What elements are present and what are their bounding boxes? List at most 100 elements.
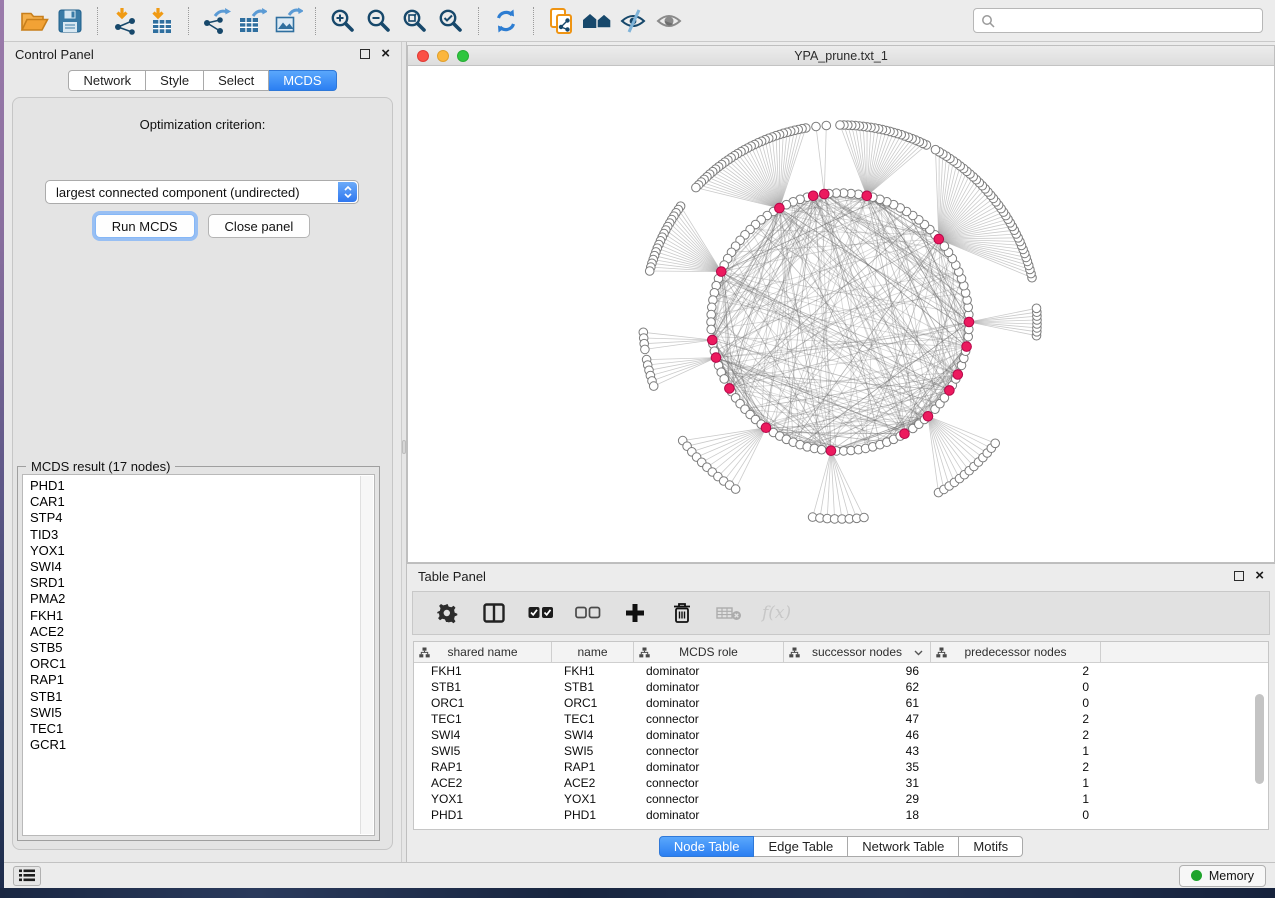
table-row[interactable]: PHD1PHD1dominator180 (414, 807, 1268, 823)
cell-shared_name[interactable]: SWI4 (414, 727, 552, 743)
cell-mcds_role[interactable]: connector (634, 711, 784, 727)
cell-successor_nodes[interactable]: 46 (784, 727, 931, 743)
cell-predecessor_nodes[interactable]: 2 (931, 711, 1101, 727)
graph-hub-node[interactable] (900, 429, 910, 439)
tab-mcds[interactable]: MCDS (269, 70, 336, 91)
run-mcds-button[interactable]: Run MCDS (95, 214, 195, 238)
graph-node[interactable] (649, 382, 658, 391)
mcds-result-item[interactable]: ACE2 (30, 624, 374, 640)
tab-network[interactable]: Network (68, 70, 146, 91)
graph-node[interactable] (707, 325, 716, 334)
mcds-result-item[interactable]: PHD1 (30, 478, 374, 494)
table-row[interactable]: RAP1RAP1dominator352 (414, 759, 1268, 775)
cell-name[interactable]: SWI4 (552, 727, 634, 743)
function-builder-icon[interactable]: f(x) (762, 603, 791, 623)
graph-hub-node[interactable] (862, 191, 872, 201)
select-all-rows-icon[interactable] (527, 596, 555, 630)
close-panel-icon[interactable]: × (381, 49, 390, 59)
maximize-window-icon[interactable] (457, 50, 469, 62)
table-settings-icon[interactable] (433, 596, 461, 630)
graph-node[interactable] (692, 183, 701, 192)
cell-mcds_role[interactable]: connector (634, 791, 784, 807)
cell-name[interactable]: SWI5 (552, 743, 634, 759)
cell-mcds_role[interactable]: connector (634, 743, 784, 759)
column-header-name[interactable]: name (552, 642, 634, 662)
column-header-predecessor-nodes[interactable]: predecessor nodes (931, 642, 1101, 662)
cell-name[interactable]: RAP1 (552, 759, 634, 775)
show-all-icon[interactable] (651, 4, 687, 38)
close-panel-button[interactable]: Close panel (208, 214, 311, 238)
cell-successor_nodes[interactable]: 62 (784, 679, 931, 695)
mcds-result-item[interactable]: STP4 (30, 510, 374, 526)
export-table-icon[interactable] (234, 4, 270, 38)
cell-name[interactable]: ACE2 (552, 775, 634, 791)
graph-hub-node[interactable] (711, 353, 721, 363)
cell-mcds_role[interactable]: dominator (634, 695, 784, 711)
memory-button[interactable]: Memory (1179, 865, 1266, 887)
mcds-result-item[interactable]: SWI4 (30, 559, 374, 575)
cell-shared_name[interactable]: FKH1 (414, 663, 552, 679)
graph-node[interactable] (641, 345, 650, 354)
graph-hub-node[interactable] (945, 386, 955, 396)
cell-successor_nodes[interactable]: 96 (784, 663, 931, 679)
cell-predecessor_nodes[interactable]: 1 (931, 775, 1101, 791)
graph-hub-node[interactable] (717, 267, 727, 277)
table-row[interactable]: ACE2ACE2connector311 (414, 775, 1268, 791)
tab-network-table[interactable]: Network Table (848, 836, 959, 857)
cell-mcds_role[interactable]: dominator (634, 663, 784, 679)
graph-node[interactable] (931, 145, 940, 154)
table-scrollbar-thumb[interactable] (1255, 694, 1264, 784)
search-input[interactable] (1000, 13, 1255, 28)
column-header-MCDS-role[interactable]: MCDS role (634, 642, 784, 662)
table-row[interactable]: STB1STB1dominator620 (414, 679, 1268, 695)
graph-node[interactable] (860, 513, 869, 522)
graph-node[interactable] (1032, 304, 1041, 313)
cell-successor_nodes[interactable]: 35 (784, 759, 931, 775)
mcds-result-item[interactable]: STB1 (30, 689, 374, 705)
graph-hub-node[interactable] (826, 446, 836, 456)
cell-successor_nodes[interactable]: 43 (784, 743, 931, 759)
minimize-window-icon[interactable] (437, 50, 449, 62)
tab-style[interactable]: Style (146, 70, 204, 91)
graph-hub-node[interactable] (953, 370, 963, 380)
cell-successor_nodes[interactable]: 29 (784, 791, 931, 807)
graph-node[interactable] (822, 121, 831, 130)
import-table-icon[interactable] (143, 4, 179, 38)
add-column-icon[interactable] (621, 596, 649, 630)
graph-hub-node[interactable] (708, 335, 718, 345)
cell-shared_name[interactable]: STB1 (414, 679, 552, 695)
zoom-in-icon[interactable] (325, 4, 361, 38)
cell-successor_nodes[interactable]: 31 (784, 775, 931, 791)
first-neighbors-icon[interactable] (579, 4, 615, 38)
mcds-result-item[interactable]: GCR1 (30, 737, 374, 753)
mcds-result-item[interactable]: TID3 (30, 527, 374, 543)
cell-predecessor_nodes[interactable]: 0 (931, 679, 1101, 695)
column-header-successor-nodes[interactable]: successor nodes (784, 642, 931, 662)
graph-node[interactable] (731, 485, 740, 494)
graph-hub-node[interactable] (808, 191, 818, 201)
mcds-result-item[interactable]: YOX1 (30, 543, 374, 559)
graph-node[interactable] (991, 439, 1000, 448)
graph-hub-node[interactable] (964, 317, 974, 327)
graph-hub-node[interactable] (775, 203, 785, 213)
open-session-icon[interactable] (16, 4, 52, 38)
mcds-result-list[interactable]: PHD1CAR1STP4TID3YOX1SWI4SRD1PMA2FKH1ACE2… (22, 474, 375, 836)
graph-hub-node[interactable] (923, 412, 933, 422)
close-window-icon[interactable] (417, 50, 429, 62)
mcds-result-item[interactable]: RAP1 (30, 672, 374, 688)
zoom-out-icon[interactable] (361, 4, 397, 38)
table-row[interactable]: SWI5SWI5connector431 (414, 743, 1268, 759)
cell-successor_nodes[interactable]: 47 (784, 711, 931, 727)
refresh-layout-icon[interactable] (488, 4, 524, 38)
cell-predecessor_nodes[interactable]: 2 (931, 663, 1101, 679)
zoom-selected-icon[interactable] (433, 4, 469, 38)
cell-shared_name[interactable]: ACE2 (414, 775, 552, 791)
cell-predecessor_nodes[interactable]: 0 (931, 695, 1101, 711)
cell-predecessor_nodes[interactable]: 0 (931, 807, 1101, 823)
cell-mcds_role[interactable]: dominator (634, 679, 784, 695)
graph-node[interactable] (645, 267, 654, 276)
cell-predecessor_nodes[interactable]: 1 (931, 791, 1101, 807)
zoom-fit-icon[interactable] (397, 4, 433, 38)
task-history-icon[interactable] (13, 866, 41, 886)
cell-name[interactable]: FKH1 (552, 663, 634, 679)
